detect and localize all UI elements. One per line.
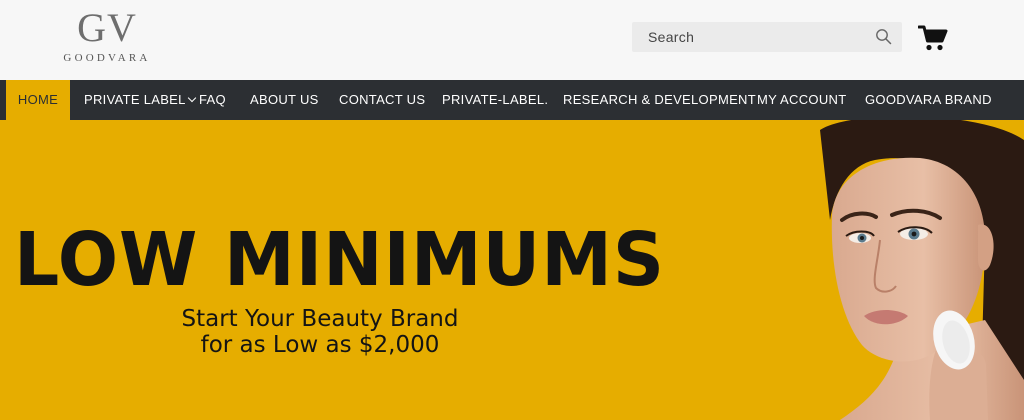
nav-item-about-us[interactable]: ABOUT US	[250, 80, 319, 120]
nav-item-label: PRIVATE LABEL	[84, 92, 186, 107]
search-box	[632, 22, 902, 52]
nav-item-research-development[interactable]: RESEARCH & DEVELOPMENT	[563, 80, 756, 120]
hero-headline: LOW MINIMUMS	[14, 217, 665, 303]
search-input[interactable]	[632, 22, 868, 52]
nav-item-home[interactable]: HOME	[6, 80, 70, 120]
chevron-down-icon	[187, 93, 196, 103]
nav-item-contact-us[interactable]: CONTACT US	[339, 80, 425, 120]
hero-subline: Start Your Beauty Brand for as Low as $2…	[150, 306, 490, 358]
site-header: GV GOODVARA	[0, 0, 1024, 80]
nav-item-my-account[interactable]: MY ACCOUNT	[757, 80, 846, 120]
logo-wordmark: GOODVARA	[63, 52, 151, 64]
nav-item-private-label[interactable]: PRIVATE LABEL	[84, 80, 196, 120]
model-photo	[820, 120, 1024, 420]
site-logo[interactable]: GV GOODVARA	[52, 8, 162, 68]
nav-item-goodvara-brand[interactable]: GOODVARA BRAND	[865, 80, 992, 120]
main-nav: HOME PRIVATE LABEL FAQ ABOUT US CONTACT …	[0, 80, 1024, 120]
logo-mark: GV	[77, 5, 137, 50]
cart-icon[interactable]	[917, 24, 948, 52]
hero-subline-line-1: Start Your Beauty Brand	[181, 306, 459, 332]
nav-item-faq[interactable]: FAQ	[199, 80, 226, 120]
hero-banner[interactable]: LOW MINIMUMS Start Your Beauty Brand for…	[0, 120, 1024, 420]
nav-item-private-label-page[interactable]: PRIVATE-LABEL.	[442, 80, 548, 120]
search-icon[interactable]	[874, 27, 894, 47]
hero-subline-line-2: for as Low as $2,000	[200, 332, 440, 358]
